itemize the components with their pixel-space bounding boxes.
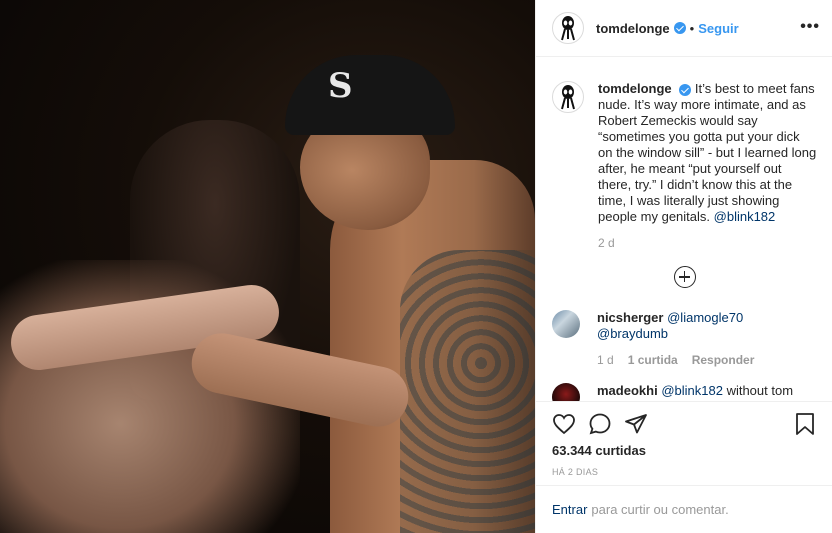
alien-avatar-icon	[561, 85, 575, 110]
plus-circle-icon[interactable]	[673, 266, 696, 288]
commenter-avatar[interactable]	[552, 310, 580, 338]
heart-icon[interactable]	[552, 412, 576, 436]
verified-badge-icon	[673, 22, 686, 34]
comment-time[interactable]: 1 d	[597, 353, 614, 367]
comment-mention-link[interactable]: @braydumb	[597, 326, 668, 341]
verified-badge-icon	[679, 83, 692, 96]
photo-tattoos	[400, 250, 535, 533]
photo-cap-logo: S	[328, 66, 353, 106]
caption-time[interactable]: 2 d	[598, 236, 615, 250]
comment-icon[interactable]	[588, 412, 612, 436]
separator-dot: •	[689, 20, 695, 36]
comments-list[interactable]: tomdelonge It’s best to meet fans nude. …	[536, 57, 832, 401]
commenter-username[interactable]: nicsherger	[597, 310, 663, 325]
comment-text-block: madeokhi @blink182 without tom	[597, 383, 793, 399]
comment-text-block: nicsherger @liamogle70 @braydumb	[597, 310, 817, 342]
login-link[interactable]: Entrar	[552, 502, 587, 517]
add-comment-bar: Entrar para curtir ou comentar.	[536, 485, 832, 533]
more-options-icon[interactable]: •••	[800, 18, 820, 36]
comment-mention-link[interactable]: @liamogle70	[667, 310, 743, 325]
follow-button[interactable]: Seguir	[698, 21, 738, 36]
action-bar	[552, 402, 817, 446]
commenter-avatar[interactable]	[552, 383, 580, 401]
load-more-comments[interactable]	[552, 266, 817, 288]
caption-author-avatar[interactable]	[552, 81, 584, 113]
caption: tomdelonge It’s best to meet fans nude. …	[552, 81, 817, 250]
post-photo[interactable]: S	[0, 0, 535, 533]
author-username[interactable]: tomdelonge	[596, 21, 670, 36]
alien-avatar-icon	[561, 16, 575, 41]
post-side-panel: tomdelonge • Seguir ••• tomdelonge It’s …	[535, 0, 832, 533]
comment-item: madeokhi @blink182 without tom	[552, 383, 817, 401]
comment-mention-link[interactable]: @blink182	[661, 383, 723, 398]
caption-text-block: tomdelonge It’s best to meet fans nude. …	[598, 81, 817, 225]
post-header: tomdelonge • Seguir •••	[536, 0, 832, 57]
post-actions: 63.344 curtidas HÁ 2 DIAS	[536, 401, 832, 485]
comment-item: nicsherger @liamogle70 @braydumb 1 d 1 c…	[552, 310, 817, 367]
login-prompt-text: para curtir ou comentar.	[591, 502, 729, 517]
post-timestamp[interactable]: HÁ 2 DIAS	[552, 467, 817, 477]
instagram-post: S tomdelonge • Seguir ••• tomdelonge It’…	[0, 0, 832, 533]
likes-count[interactable]: 63.344 curtidas	[552, 443, 817, 458]
caption-text: It’s best to meet fans nude. It’s way mo…	[598, 81, 817, 224]
comment-text: without tom	[726, 383, 794, 398]
share-icon[interactable]	[624, 412, 648, 436]
comment-likes[interactable]: 1 curtida	[628, 353, 678, 367]
caption-mention-link[interactable]: @blink182	[714, 209, 776, 224]
commenter-username[interactable]: madeokhi	[597, 383, 658, 398]
comment-meta: 1 d 1 curtida Responder	[597, 353, 817, 367]
photo-cap	[285, 55, 455, 135]
bookmark-icon[interactable]	[793, 412, 817, 436]
author-avatar[interactable]	[552, 12, 584, 44]
reply-button[interactable]: Responder	[692, 353, 755, 367]
caption-meta: 2 d	[598, 236, 817, 250]
caption-username[interactable]: tomdelonge	[598, 81, 672, 96]
